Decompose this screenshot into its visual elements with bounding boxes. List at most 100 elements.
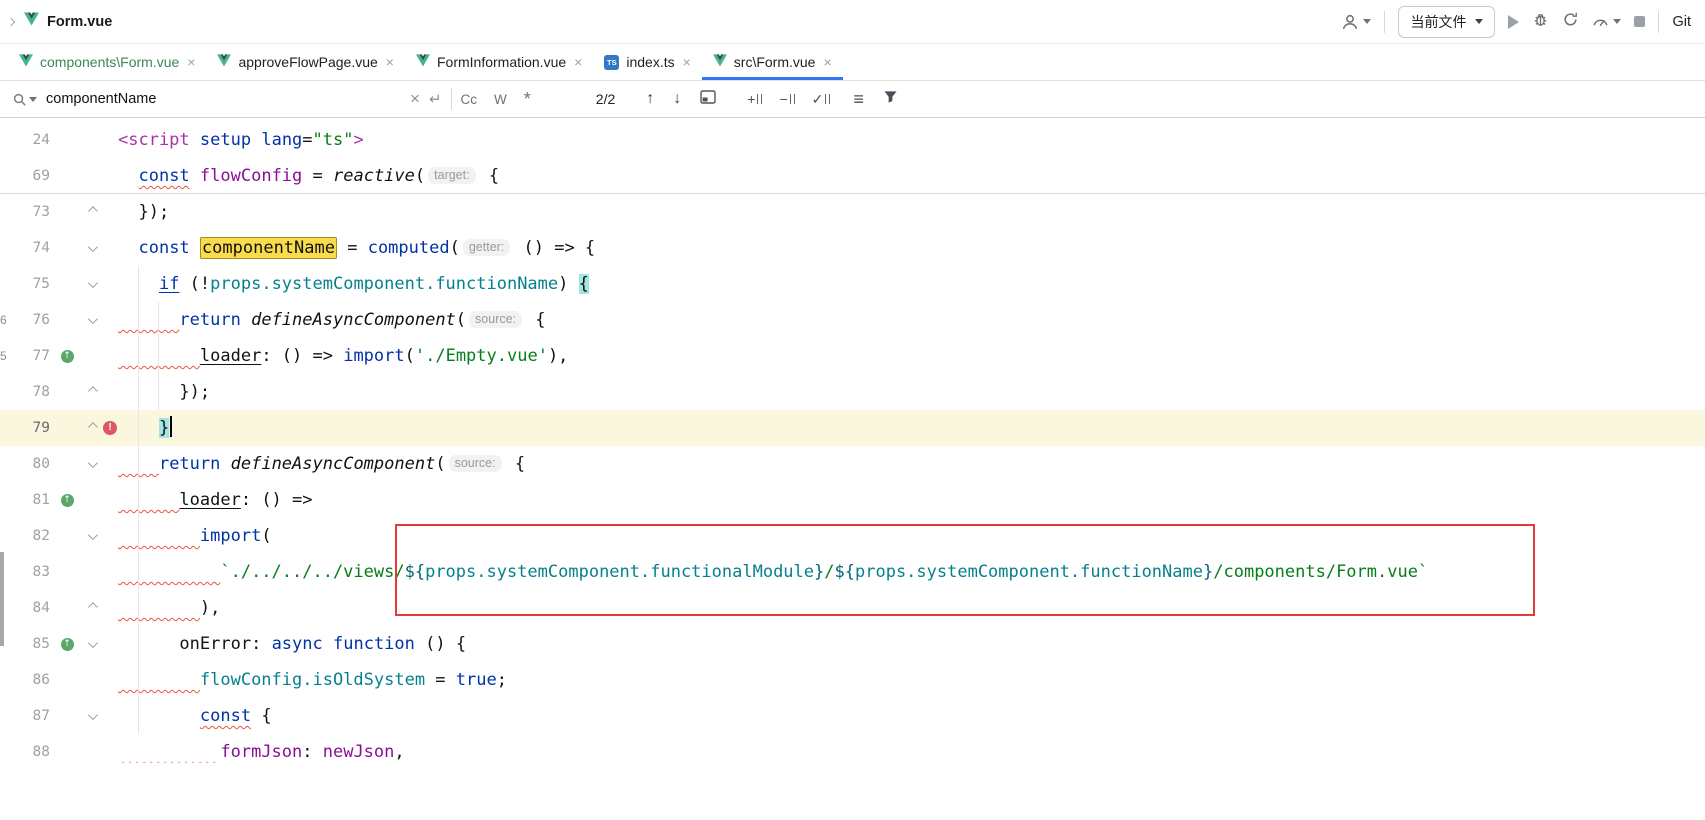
code-text[interactable]: const { [118, 698, 1705, 734]
tab-forminformation-vue[interactable]: FormInformation.vue × [405, 44, 593, 80]
line-number[interactable]: 88 [12, 734, 54, 770]
line-number[interactable]: 77 [12, 338, 54, 374]
error-gutter-icon[interactable]: ! [103, 421, 117, 435]
line-number[interactable]: 87 [12, 698, 54, 734]
run-button[interactable] [1508, 15, 1519, 29]
rerun-coverage-button[interactable] [1562, 11, 1579, 33]
close-icon[interactable]: × [187, 54, 195, 70]
search-input[interactable] [46, 91, 401, 107]
line-number[interactable]: 76 [12, 302, 54, 338]
editor-pane[interactable]: 24<script setup lang="ts">69 const flowC… [0, 118, 1705, 820]
code-text[interactable]: if (!props.systemComponent.functionName)… [118, 266, 1705, 302]
expand-chevron-icon[interactable] [7, 17, 15, 25]
green-gutter-icon[interactable]: ↑ [61, 494, 74, 507]
newline-icon[interactable]: ↵ [429, 90, 442, 108]
code-text[interactable]: const flowConfig = reactive(target: { [118, 158, 1705, 194]
close-icon[interactable]: × [823, 54, 831, 70]
close-icon[interactable]: × [574, 54, 582, 70]
profiler-button[interactable] [1592, 13, 1621, 30]
code-text[interactable]: <script setup lang="ts"> [118, 122, 1705, 158]
fold-marker[interactable] [80, 374, 102, 410]
remove-occurrence-button[interactable]: − [779, 91, 794, 107]
line-number[interactable]: 84 [12, 590, 54, 626]
run-configuration-select[interactable]: 当前文件 [1398, 6, 1495, 38]
tab-index-ts[interactable]: TS index.ts × [593, 44, 701, 80]
match-case-toggle[interactable]: Cc [461, 92, 478, 107]
code-text[interactable]: `./../../../views/${props.systemComponen… [118, 554, 1705, 590]
code-text[interactable]: const componentName = computed(getter: (… [118, 230, 1705, 266]
line-number[interactable]: 75 [12, 266, 54, 302]
git-menu[interactable]: Git [1672, 14, 1691, 30]
search-mode-button[interactable] [12, 92, 37, 107]
code-text[interactable]: formJson: newJson, [118, 734, 1705, 770]
line-number[interactable]: 82 [12, 518, 54, 554]
open-in-find-window-button[interactable] [700, 90, 716, 109]
clear-search-icon[interactable]: × [410, 89, 420, 109]
code-text[interactable]: onError: async function () { [118, 626, 1705, 662]
fold-marker[interactable] [80, 266, 102, 302]
tab-approveflowpage-vue[interactable]: approveFlowPage.vue × [206, 44, 405, 80]
stop-button[interactable] [1634, 16, 1645, 27]
debug-button[interactable] [1532, 11, 1549, 33]
fold-marker[interactable] [80, 122, 102, 158]
fold-marker[interactable] [80, 410, 102, 446]
next-occurrence-button[interactable]: ↓ [673, 90, 681, 108]
code-text[interactable]: return defineAsyncComponent(source: { [118, 302, 1705, 338]
fold-marker[interactable] [80, 590, 102, 626]
close-icon[interactable]: × [683, 54, 691, 70]
code-text[interactable]: flowConfig.isOldSystem = true; [118, 662, 1705, 698]
code-text[interactable]: import( [118, 518, 1705, 554]
line-number[interactable]: 74 [12, 230, 54, 266]
whole-words-toggle[interactable]: W [494, 92, 507, 107]
line-number[interactable]: 78 [12, 374, 54, 410]
green-gutter-icon[interactable]: ↑ [61, 350, 74, 363]
fold-marker[interactable] [80, 302, 102, 338]
search-options-button[interactable]: ≡ [853, 89, 864, 110]
line-number[interactable]: 79 [12, 410, 54, 446]
fold-marker[interactable] [80, 518, 102, 554]
line-number[interactable]: 81 [12, 482, 54, 518]
line-number[interactable]: 83 [12, 554, 54, 590]
fold-marker[interactable] [80, 230, 102, 266]
line-number[interactable]: 24 [12, 122, 54, 158]
fold-marker[interactable] [80, 698, 102, 734]
fold-marker[interactable] [80, 554, 102, 590]
tab-src-form-vue[interactable]: src\Form.vue × [702, 44, 843, 80]
code-text[interactable]: ), [118, 590, 1705, 626]
code-text[interactable]: return defineAsyncComponent(source: { [118, 446, 1705, 482]
code-line-69: 69 const flowConfig = reactive(target: { [0, 158, 1705, 194]
gutter-error-slot [102, 446, 118, 482]
regex-toggle[interactable]: * [524, 89, 531, 110]
fold-marker[interactable] [80, 194, 102, 230]
line-number[interactable]: 86 [12, 662, 54, 698]
fold-marker[interactable] [80, 734, 102, 770]
close-icon[interactable]: × [386, 54, 394, 70]
fold-marker[interactable] [80, 626, 102, 662]
fold-marker[interactable] [80, 338, 102, 374]
fold-marker[interactable] [80, 446, 102, 482]
tab-components-form-vue[interactable]: components\Form.vue × [8, 44, 206, 80]
fold-up-icon [87, 422, 97, 432]
gutter-edge-text [0, 590, 12, 626]
green-gutter-icon[interactable]: ↑ [61, 638, 74, 651]
chevron-down-icon [29, 97, 37, 102]
fold-marker[interactable] [80, 482, 102, 518]
code-text[interactable]: } [118, 410, 1705, 446]
line-number[interactable]: 69 [12, 158, 54, 194]
code-line-73: 73 }); [0, 194, 1705, 230]
previous-occurrence-button[interactable]: ↑ [646, 90, 654, 108]
code-text[interactable]: loader: () => import('./Empty.vue'), [118, 338, 1705, 374]
code-text[interactable]: }); [118, 194, 1705, 230]
code-text[interactable]: loader: () => [118, 482, 1705, 518]
select-all-occurrences-button[interactable]: ✓ [812, 91, 831, 108]
fold-marker[interactable] [80, 158, 102, 194]
line-number[interactable]: 85 [12, 626, 54, 662]
bug-icon [1532, 11, 1549, 28]
fold-marker[interactable] [80, 662, 102, 698]
filter-button[interactable] [883, 90, 898, 109]
line-number[interactable]: 80 [12, 446, 54, 482]
user-account-button[interactable] [1341, 13, 1371, 31]
line-number[interactable]: 73 [12, 194, 54, 230]
code-text[interactable]: }); [118, 374, 1705, 410]
add-occurrence-button[interactable]: + [747, 91, 762, 107]
